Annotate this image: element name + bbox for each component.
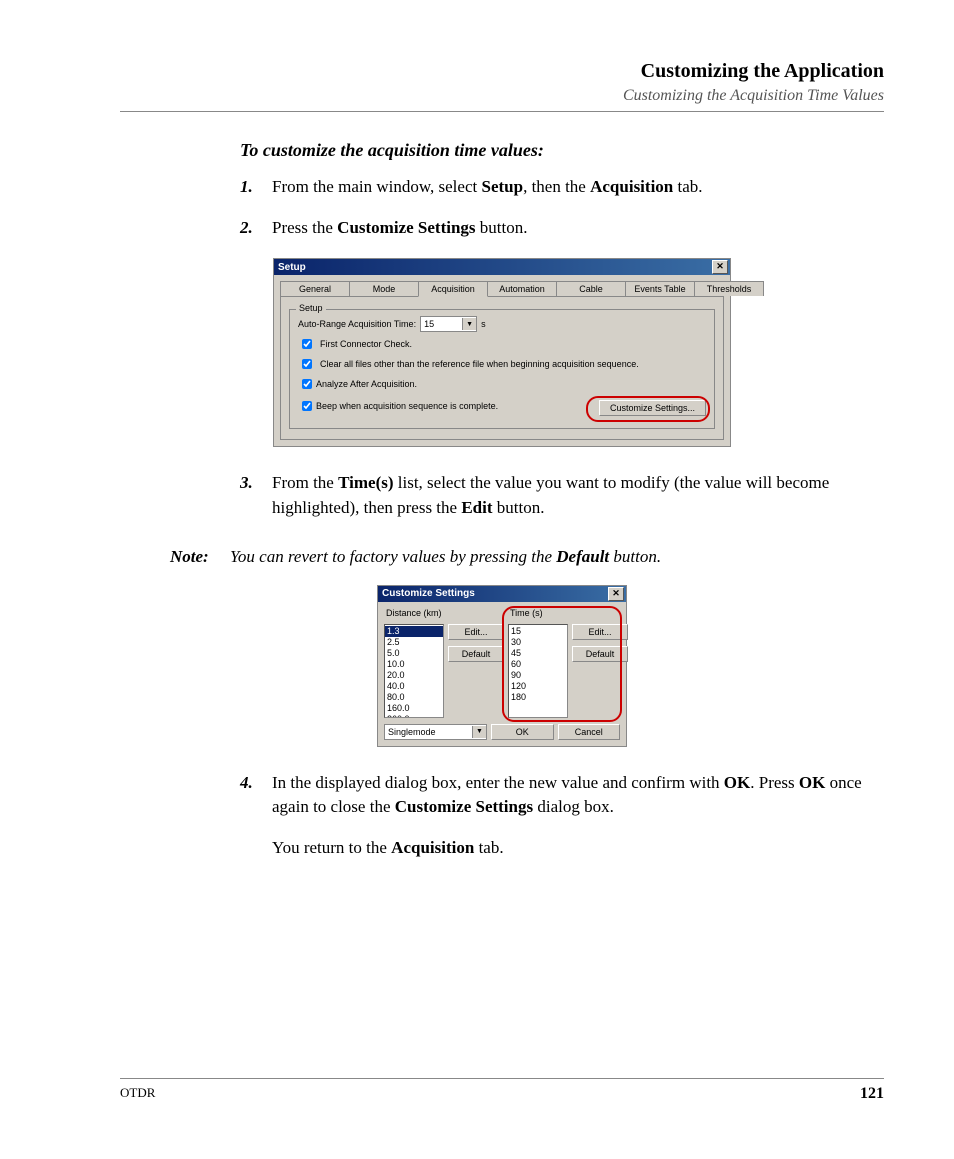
tab-cable[interactable]: Cable [556, 281, 626, 296]
note: Note: You can revert to factory values b… [120, 547, 884, 567]
footer-page-number: 121 [860, 1085, 884, 1103]
step-body: Press the Customize Settings button. [272, 216, 884, 241]
titlebar: Setup ✕ [274, 259, 730, 275]
distance-default-button[interactable]: Default [448, 646, 504, 662]
note-body: You can revert to factory values by pres… [230, 547, 884, 567]
setup-groupbox: Setup Auto-Range Acquisition Time: 15 ▼ … [289, 309, 715, 429]
list-item[interactable]: 15 [509, 626, 567, 637]
checkbox[interactable] [302, 401, 312, 411]
list-item[interactable]: 45 [509, 648, 567, 659]
list-item[interactable]: 80.0 [385, 692, 443, 703]
dialog-body: Distance (km) 1.3 2.5 5.0 10.0 20.0 40.0… [378, 602, 626, 746]
list-item[interactable]: 2.5 [385, 637, 443, 648]
chk-clear-files: Clear all files other than the reference… [298, 356, 706, 372]
list-item[interactable]: 120 [509, 681, 567, 692]
step-number: 3. [240, 471, 272, 520]
list-item[interactable]: 1.3 [385, 626, 443, 637]
tab-row: General Mode Acquisition Automation Cabl… [274, 275, 730, 296]
step-1: 1. From the main window, select Setup, t… [120, 175, 884, 200]
auto-range-unit: s [481, 319, 486, 329]
customize-dialog: Customize Settings ✕ Distance (km) 1.3 2… [377, 585, 627, 747]
return-text: You return to the Acquisition tab. [272, 836, 884, 861]
list-item[interactable]: 40.0 [385, 681, 443, 692]
header-subtitle: Customizing the Acquisition Time Values [120, 87, 884, 105]
list-item[interactable]: 160.0 [385, 703, 443, 714]
list-item[interactable]: 20.0 [385, 670, 443, 681]
list-item[interactable]: 30 [509, 637, 567, 648]
step-number: 1. [240, 175, 272, 200]
auto-range-combo[interactable]: 15 ▼ [420, 316, 477, 332]
step-body: From the main window, select Setup, then… [272, 175, 884, 200]
cancel-button[interactable]: Cancel [558, 724, 621, 740]
list-item[interactable]: 90 [509, 670, 567, 681]
ok-button[interactable]: OK [491, 724, 554, 740]
list-item[interactable]: 5.0 [385, 648, 443, 659]
time-edit-button[interactable]: Edit... [572, 624, 628, 640]
tab-thresholds[interactable]: Thresholds [694, 281, 764, 296]
customize-dialog-figure: Customize Settings ✕ Distance (km) 1.3 2… [120, 585, 884, 747]
close-icon[interactable]: ✕ [712, 260, 728, 274]
list-item[interactable]: 260.0 [385, 714, 443, 718]
step-4: 4. In the displayed dialog box, enter th… [120, 771, 884, 820]
tab-mode[interactable]: Mode [349, 281, 419, 296]
distance-edit-button[interactable]: Edit... [448, 624, 504, 640]
auto-range-row: Auto-Range Acquisition Time: 15 ▼ s [298, 316, 706, 332]
bottom-row: Singlemode ▼ OK Cancel [384, 724, 620, 740]
group-label: Setup [296, 303, 326, 313]
list-item[interactable]: 60 [509, 659, 567, 670]
setup-dialog-figure: Setup ✕ General Mode Acquisition Automat… [120, 258, 884, 447]
chk-analyze: Analyze After Acquisition. [298, 376, 706, 392]
time-listbox[interactable]: 15 30 45 60 90 120 180 [508, 624, 568, 718]
page-footer: OTDR 121 [120, 1078, 884, 1103]
tab-body: Setup Auto-Range Acquisition Time: 15 ▼ … [280, 296, 724, 440]
page-header: Customizing the Application Customizing … [120, 60, 884, 112]
titlebar: Customize Settings ✕ [378, 586, 626, 602]
tab-events-table[interactable]: Events Table [625, 281, 695, 296]
mode-combo[interactable]: Singlemode ▼ [384, 724, 487, 740]
customize-btn-area: Customize Settings... [599, 400, 706, 416]
step-body: From the Time(s) list, select the value … [272, 471, 884, 520]
tab-acquisition[interactable]: Acquisition [418, 281, 488, 297]
customize-settings-button[interactable]: Customize Settings... [599, 400, 706, 416]
step-number: 2. [240, 216, 272, 241]
chk-first-connector: First Connector Check. [298, 336, 706, 352]
time-label: Time (s) [508, 608, 628, 618]
chevron-down-icon[interactable]: ▼ [462, 318, 476, 330]
step-number: 4. [240, 771, 272, 820]
section-title: To customize the acquisition time values… [240, 140, 884, 161]
checkbox[interactable] [302, 359, 312, 369]
footer-product: OTDR [120, 1085, 155, 1103]
setup-dialog: Setup ✕ General Mode Acquisition Automat… [273, 258, 731, 447]
close-icon[interactable]: ✕ [608, 587, 624, 601]
step-3: 3. From the Time(s) list, select the val… [120, 471, 884, 520]
dialog-title: Setup [278, 262, 306, 273]
tab-general[interactable]: General [280, 281, 350, 296]
document-page: Customizing the Application Customizing … [0, 0, 954, 1159]
tab-automation[interactable]: Automation [487, 281, 557, 296]
checkbox[interactable] [302, 379, 312, 389]
step-body: In the displayed dialog box, enter the n… [272, 771, 884, 820]
chevron-down-icon[interactable]: ▼ [472, 726, 486, 738]
dialog-title: Customize Settings [382, 588, 475, 599]
step-2: 2. Press the Customize Settings button. [120, 216, 884, 241]
note-label: Note: [170, 547, 230, 567]
chk-beep-row: Beep when acquisition sequence is comple… [298, 396, 706, 416]
header-title: Customizing the Application [120, 60, 884, 83]
list-item[interactable]: 180 [509, 692, 567, 703]
distance-column: Distance (km) 1.3 2.5 5.0 10.0 20.0 40.0… [384, 608, 504, 718]
distance-label: Distance (km) [384, 608, 504, 618]
list-item[interactable]: 10.0 [385, 659, 443, 670]
auto-range-label: Auto-Range Acquisition Time: [298, 319, 416, 329]
time-default-button[interactable]: Default [572, 646, 628, 662]
checkbox[interactable] [302, 339, 312, 349]
distance-listbox[interactable]: 1.3 2.5 5.0 10.0 20.0 40.0 80.0 160.0 26… [384, 624, 444, 718]
time-column: Time (s) 15 30 45 60 90 120 180 [508, 608, 628, 718]
